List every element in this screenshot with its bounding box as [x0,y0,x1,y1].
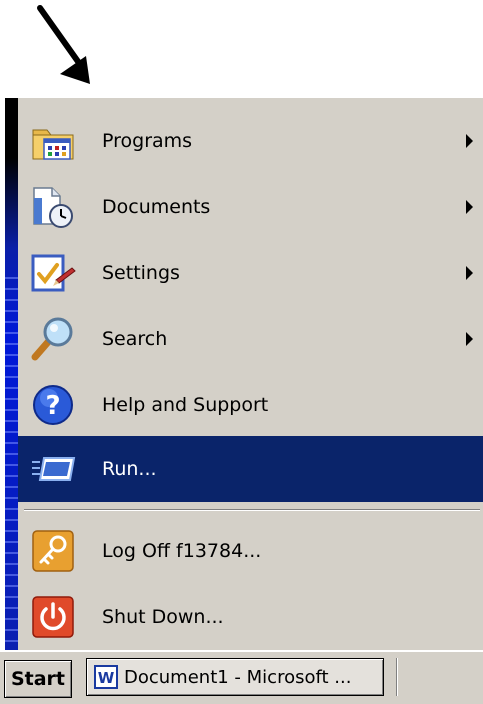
submenu-arrow-icon [466,332,473,346]
taskbar-button-label: Document1 - Microsoft ... [124,666,352,688]
start-button[interactable]: Start [4,660,72,698]
menu-item-run[interactable]: Run... [18,436,483,502]
submenu-arrow-icon [466,266,473,280]
menu-item-label: Settings [102,262,180,284]
menu-item-label: Shut Down... [102,606,224,628]
start-menu: Programs Documents Settings Search ? Hel… [5,98,483,650]
documents-icon [33,187,73,228]
taskbar: Start W Document1 - Microsoft ... [0,650,483,704]
menu-item-shut-down[interactable]: Shut Down... [18,584,483,650]
menu-item-label: Run... [102,458,157,480]
settings-icon [31,254,76,292]
svg-text:?: ? [45,391,60,421]
taskbar-tray-area [396,658,483,696]
submenu-arrow-icon [466,200,473,214]
search-magnifier-icon [31,317,73,361]
submenu-arrow-icon [466,134,473,148]
taskbar-button-document1[interactable]: W Document1 - Microsoft ... [86,658,384,696]
menu-item-search[interactable]: Search [18,306,483,372]
start-menu-side-banner [5,98,18,650]
menu-item-label: Search [102,328,168,350]
programs-folder-icon [32,129,74,160]
menu-item-label: Log Off f13784... [102,540,262,562]
start-menu-list: Programs Documents Settings Search ? Hel… [18,98,483,650]
power-icon [32,596,74,638]
pointer-arrow-icon [37,5,90,84]
menu-item-documents[interactable]: Documents [18,174,483,240]
svg-text:W: W [98,669,115,687]
menu-item-settings[interactable]: Settings [18,240,483,306]
menu-item-label: Help and Support [102,394,269,416]
run-icon [32,457,76,481]
menu-separator [24,509,480,511]
menu-item-label: Programs [102,130,193,152]
key-icon [32,530,74,572]
menu-item-label: Documents [102,196,211,218]
help-icon: ? [33,385,73,425]
menu-item-help-and-support[interactable]: ? Help and Support [18,372,483,438]
word-icon: W [94,665,118,689]
menu-item-programs[interactable]: Programs [18,108,483,174]
menu-item-log-off[interactable]: Log Off f13784... [18,518,483,584]
